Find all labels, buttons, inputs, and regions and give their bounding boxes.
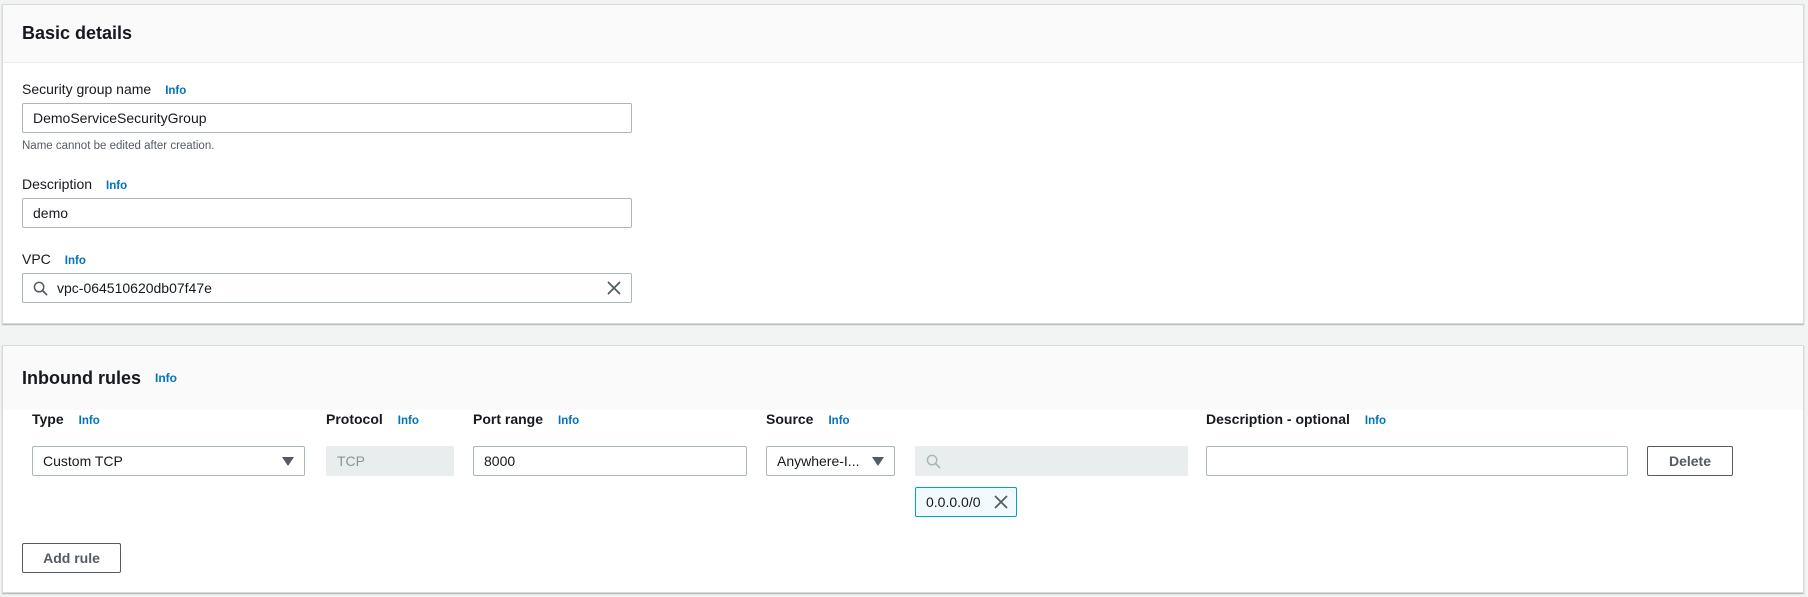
port-range-column-header: Port range Info	[473, 411, 580, 427]
rule-description-input[interactable]	[1206, 446, 1628, 476]
name-constraint-text: Name cannot be edited after creation.	[22, 140, 215, 152]
port-range-info-link[interactable]: Info	[558, 415, 579, 427]
cidr-token-label: 0.0.0.0/0	[926, 494, 981, 510]
vpc-value: vpc-064510620db07f47e	[57, 280, 212, 296]
description-label: Description	[22, 176, 93, 192]
delete-rule-button[interactable]: Delete	[1647, 446, 1733, 476]
remove-token-icon[interactable]	[994, 495, 1008, 509]
cidr-search-input[interactable]	[915, 446, 1188, 476]
port-range-input[interactable]: 8000	[473, 446, 747, 476]
source-column-header: Source Info	[766, 411, 850, 427]
protocol-input: TCP	[326, 446, 454, 476]
protocol-info-link[interactable]: Info	[398, 415, 419, 427]
source-info-link[interactable]: Info	[828, 415, 849, 427]
add-rule-button[interactable]: Add rule	[22, 543, 121, 573]
vpc-input[interactable]: vpc-064510620db07f47e	[22, 273, 632, 303]
security-group-name-field: Security group name Info DemoServiceSecu…	[22, 81, 632, 152]
inbound-rules-info-link[interactable]: Info	[155, 371, 177, 385]
cidr-token: 0.0.0.0/0	[915, 487, 1017, 517]
caret-down-icon	[282, 456, 294, 466]
search-icon	[33, 281, 48, 296]
security-group-name-label: Security group name	[22, 81, 152, 97]
protocol-column-header: Protocol Info	[326, 411, 419, 427]
type-info-link[interactable]: Info	[79, 415, 100, 427]
inbound-rules-header: Inbound rules Info	[3, 346, 1803, 410]
vpc-label: VPC	[22, 251, 51, 267]
basic-details-panel: Basic details Security group name Info D…	[2, 4, 1804, 324]
description-input[interactable]: demo	[22, 198, 632, 228]
description-column-header: Description - optional Info	[1206, 411, 1386, 427]
basic-details-title: Basic details	[22, 23, 133, 43]
caret-down-icon	[872, 456, 884, 466]
source-select[interactable]: Anywhere-I...	[766, 446, 895, 476]
vpc-field: VPC Info vpc-064510620db07f47e	[22, 251, 632, 303]
search-icon	[926, 454, 941, 469]
security-group-name-input[interactable]: DemoServiceSecurityGroup	[22, 103, 632, 133]
inbound-rules-panel: Inbound rules Info Type Info Protocol In…	[2, 345, 1804, 593]
type-column-header: Type Info	[32, 411, 100, 427]
basic-details-header: Basic details	[3, 5, 1803, 63]
clear-icon[interactable]	[607, 281, 621, 295]
description-optional-info-link[interactable]: Info	[1365, 415, 1386, 427]
vpc-info-link[interactable]: Info	[65, 255, 86, 267]
description-info-link[interactable]: Info	[106, 180, 127, 192]
security-group-name-info-link[interactable]: Info	[165, 85, 186, 97]
description-field: Description Info demo	[22, 176, 632, 228]
inbound-rules-title: Inbound rules	[22, 367, 141, 388]
type-select[interactable]: Custom TCP	[32, 446, 305, 476]
